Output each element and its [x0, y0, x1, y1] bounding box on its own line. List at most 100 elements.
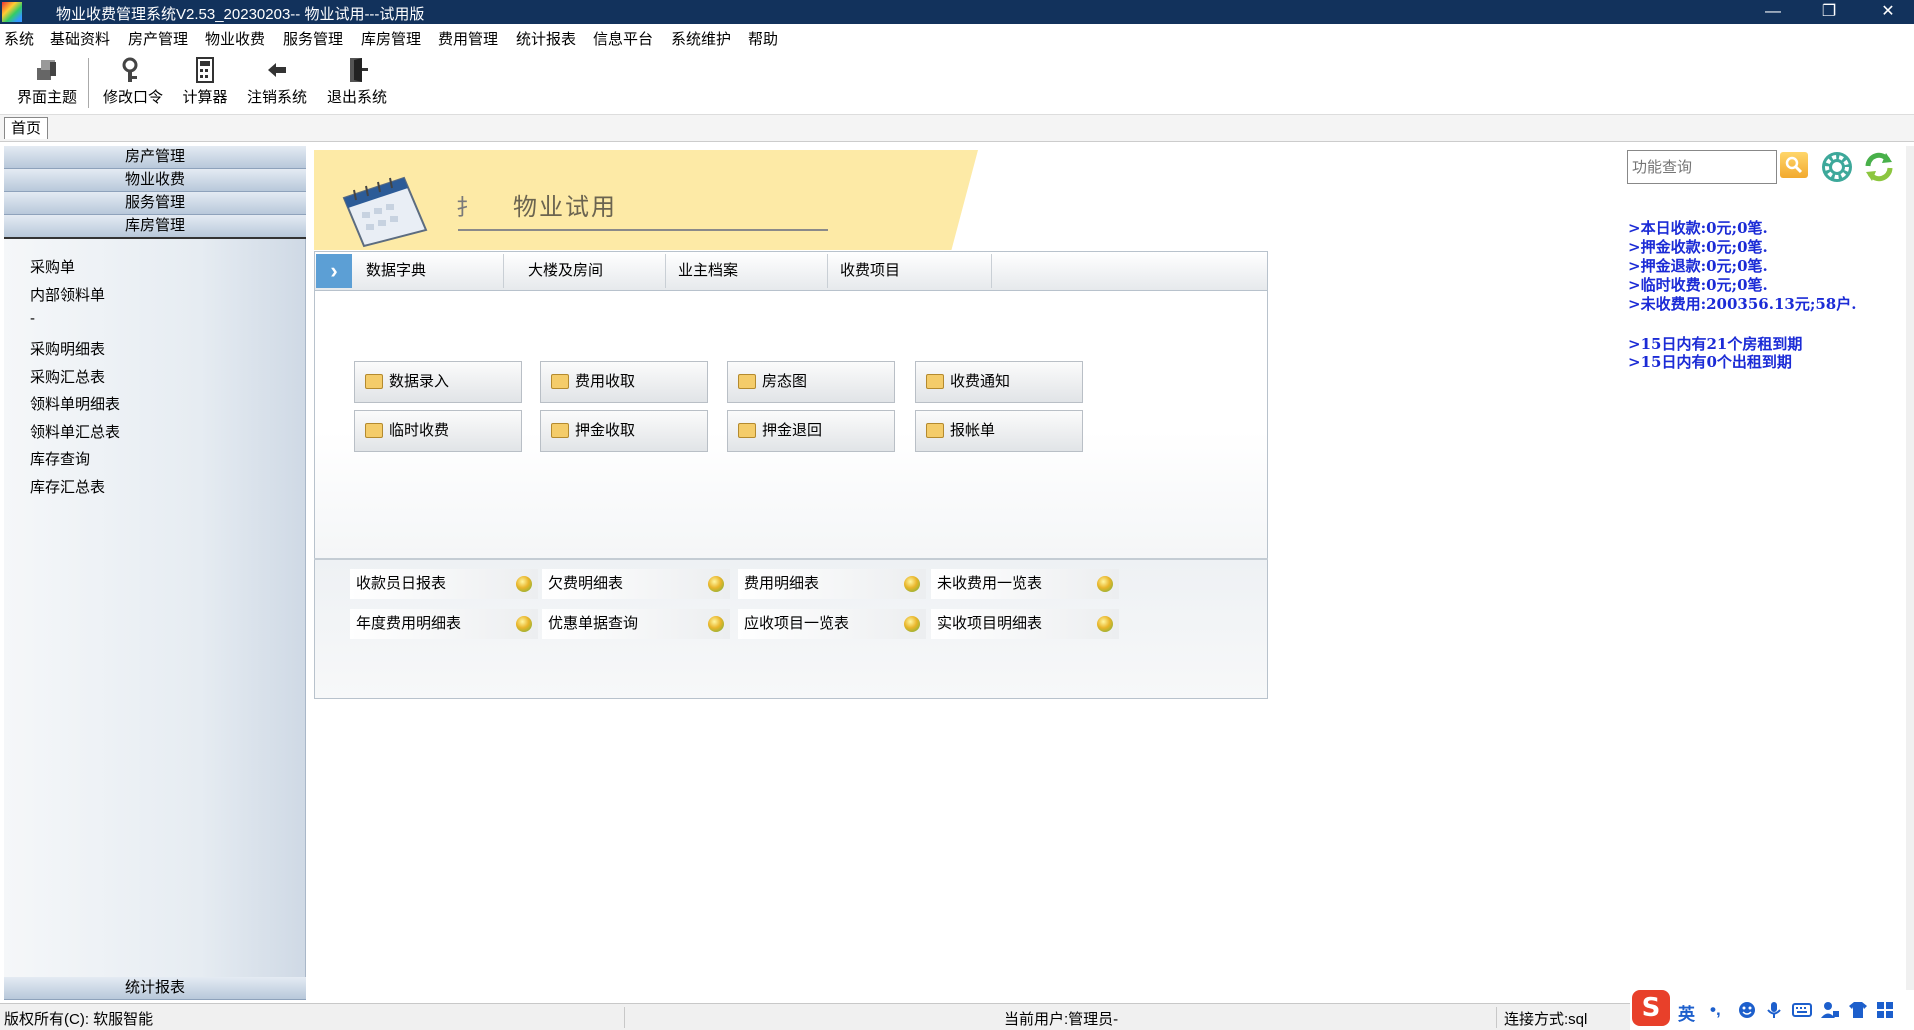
- window-title: 物业收费管理系统V2.53_20230203-- 物业试用---试用版: [56, 6, 425, 23]
- stat-temporary-charges: >临时收费:0元;0笔.: [1628, 276, 1768, 294]
- fee-collection-button[interactable]: 费用收取: [540, 361, 708, 403]
- menu-service[interactable]: 服务管理: [283, 28, 343, 49]
- subtab-buildings-rooms[interactable]: 大楼及房间: [516, 254, 666, 288]
- sidebar-item-requisition-detail[interactable]: 领料单明细表: [30, 393, 120, 414]
- stat-unpaid-fees: >未收费用:200356.13元;58户.: [1628, 295, 1857, 313]
- theme-button[interactable]: 界面主题: [8, 56, 86, 110]
- shirt-icon[interactable]: [1848, 1001, 1868, 1019]
- report-link-unpaid-overview[interactable]: 未收费用一览表: [931, 569, 1119, 599]
- sidebar-header-service[interactable]: 服务管理: [4, 192, 306, 215]
- menu-maintenance[interactable]: 系统维护: [671, 28, 731, 49]
- change-password-button[interactable]: 修改口令: [94, 56, 172, 110]
- folder-icon: [551, 374, 569, 389]
- refresh-button[interactable]: [1862, 150, 1896, 184]
- tab-row: [0, 114, 1914, 142]
- logout-button[interactable]: 注销系统: [238, 56, 316, 110]
- report-link-discount-query[interactable]: 优惠单据查询: [542, 609, 730, 639]
- status-connection: 连接方式:sql: [1504, 1011, 1588, 1028]
- exit-button[interactable]: 退出系统: [318, 56, 396, 110]
- report-link-received-detail[interactable]: 实收项目明细表: [931, 609, 1119, 639]
- stat-lease-expiring: >15日内有0个出租到期: [1628, 353, 1792, 371]
- settings-button[interactable]: [1820, 150, 1854, 184]
- search-button[interactable]: [1780, 152, 1808, 178]
- sidebar-item-requisition-summary[interactable]: 领料单汇总表: [30, 421, 120, 442]
- ime-toolbar: S 英 •,: [1630, 990, 1914, 1030]
- gear-icon: [1822, 152, 1852, 182]
- sidebar-header-charges[interactable]: 物业收费: [4, 169, 306, 192]
- mic-icon[interactable]: [1766, 1001, 1782, 1019]
- sidebar-header-warehouse[interactable]: 库房管理: [4, 215, 306, 239]
- status-bar: 版权所有(C): 软服智能 当前用户:管理员- 连接方式:sql: [0, 1003, 1914, 1030]
- report-link-arrears-detail[interactable]: 欠费明细表: [542, 569, 730, 599]
- sidebar-item-internal-requisition[interactable]: 内部领料单: [30, 284, 105, 305]
- sidebar-header-reports[interactable]: 统计报表: [4, 977, 306, 1000]
- ime-language-toggle[interactable]: 英: [1678, 1000, 1695, 1025]
- deposit-refund-button[interactable]: 押金退回: [727, 410, 895, 452]
- app-logo-icon: [2, 2, 22, 22]
- ime-punctuation-toggle[interactable]: •,: [1710, 1000, 1721, 1020]
- sogou-logo-icon[interactable]: S: [1632, 990, 1670, 1026]
- emoji-icon[interactable]: [1738, 1001, 1756, 1019]
- folder-icon: [926, 423, 944, 438]
- sidebar-item-purchase-order[interactable]: 采购单: [30, 256, 75, 277]
- menu-reports[interactable]: 统计报表: [516, 28, 576, 49]
- sidebar-item-purchase-summary[interactable]: 采购汇总表: [30, 366, 105, 387]
- subtab-data-dictionary[interactable]: 数据字典: [354, 254, 504, 288]
- keyboard-icon[interactable]: [1792, 1002, 1812, 1018]
- sidebar-header-property[interactable]: 房产管理: [4, 146, 306, 169]
- calendar-icon: [342, 176, 428, 248]
- status-dot-icon: [516, 616, 532, 632]
- folder-icon: [365, 423, 383, 438]
- menu-charges[interactable]: 物业收费: [205, 28, 265, 49]
- sidebar-item-purchase-detail[interactable]: 采购明细表: [30, 338, 105, 359]
- chevron-right-icon[interactable]: ›: [316, 254, 352, 288]
- deposit-collection-button[interactable]: 押金收取: [540, 410, 708, 452]
- menu-basic-data[interactable]: 基础资料: [50, 28, 110, 49]
- folder-icon: [551, 423, 569, 438]
- menu-help[interactable]: 帮助: [748, 28, 778, 49]
- banner-glyph: 扌: [456, 195, 479, 220]
- restore-button[interactable]: ❐: [1803, 0, 1855, 24]
- function-search-input[interactable]: [1627, 150, 1777, 184]
- sidebar-item-stock-query[interactable]: 库存查询: [30, 448, 90, 469]
- subtab-owner-records[interactable]: 业主档案: [666, 254, 828, 288]
- menu-system[interactable]: 系统: [4, 28, 34, 49]
- user-icon[interactable]: [1820, 1001, 1840, 1019]
- report-link-annual-fee-detail[interactable]: 年度费用明细表: [350, 609, 538, 639]
- key-icon: [122, 57, 138, 82]
- banner-underline: [458, 229, 828, 231]
- calculator-button[interactable]: 计算器: [166, 56, 244, 110]
- sidebar-item-stock-summary[interactable]: 库存汇总表: [30, 476, 105, 497]
- menu-info-platform[interactable]: 信息平台: [593, 28, 653, 49]
- folder-icon: [738, 423, 756, 438]
- grid-icon[interactable]: [1876, 1001, 1894, 1019]
- title-bar: 物业收费管理系统V2.53_20230203-- 物业试用---试用版 — ❐ …: [0, 0, 1914, 24]
- menu-expense[interactable]: 费用管理: [438, 28, 498, 49]
- folder-icon: [738, 374, 756, 389]
- room-status-button[interactable]: 房态图: [727, 361, 895, 403]
- temporary-charge-button[interactable]: 临时收费: [354, 410, 522, 452]
- status-dot-icon: [516, 576, 532, 592]
- tab-home[interactable]: 首页: [4, 117, 48, 139]
- report-link-receivable-overview[interactable]: 应收项目一览表: [738, 609, 926, 639]
- refresh-icon: [1865, 152, 1893, 182]
- folder-icon: [365, 374, 383, 389]
- logout-arrow-icon: [268, 63, 286, 77]
- minimize-button[interactable]: —: [1747, 0, 1799, 24]
- expense-claim-button[interactable]: 报帐单: [915, 410, 1083, 452]
- status-current-user: 当前用户:管理员-: [1004, 1011, 1119, 1028]
- close-button[interactable]: ✕: [1862, 0, 1914, 24]
- sidebar: 房产管理 物业收费 服务管理 库房管理 采购单 内部领料单 - 采购明细表 采购…: [4, 146, 306, 1000]
- menu-property[interactable]: 房产管理: [128, 28, 188, 49]
- status-dot-icon: [708, 576, 724, 592]
- report-link-fee-detail[interactable]: 费用明细表: [738, 569, 926, 599]
- report-link-cashier-daily[interactable]: 收款员日报表: [350, 569, 538, 599]
- payment-notice-button[interactable]: 收费通知: [915, 361, 1083, 403]
- subtab-charge-items[interactable]: 收费项目: [828, 254, 992, 288]
- stat-deposit-receipts: >押金收款:0元;0笔.: [1628, 238, 1768, 256]
- data-entry-button[interactable]: 数据录入: [354, 361, 522, 403]
- calculator-icon: [196, 57, 214, 83]
- menu-warehouse[interactable]: 库房管理: [361, 28, 421, 49]
- status-dot-icon: [904, 616, 920, 632]
- vertical-scrollbar[interactable]: [1906, 146, 1914, 1000]
